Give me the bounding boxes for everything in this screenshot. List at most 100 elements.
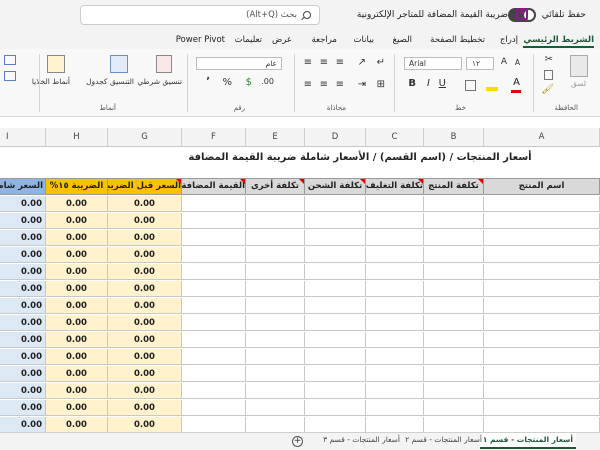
cell-styles-icon[interactable] [47,55,65,73]
cell-e[interactable] [246,400,305,416]
cell-g[interactable]: 0.00 [108,247,182,263]
cell-c[interactable] [366,264,424,280]
delete-cells-icon[interactable] [4,71,16,81]
cell-h[interactable]: 0.00 [46,230,108,246]
cell-e[interactable] [246,264,305,280]
cell-f[interactable] [182,400,246,416]
decimal-icon[interactable]: .00 [261,78,274,86]
cell-b[interactable] [424,213,484,229]
header-product-name[interactable]: اسم المنتج [484,178,600,195]
tab-formulas[interactable]: الصيغ [393,35,412,45]
cell-c[interactable] [366,230,424,246]
format-as-table-icon[interactable] [110,55,128,73]
cell-b[interactable] [424,315,484,331]
cell-b[interactable] [424,417,484,433]
column-header-b[interactable]: B [424,128,484,147]
cell-d[interactable] [305,332,366,348]
cell-i[interactable]: 0.00 [0,230,46,246]
cell-styles-label[interactable]: أنماط الخلايا [32,77,70,86]
cell-e[interactable] [246,332,305,348]
cell-e[interactable] [246,230,305,246]
accounting-format-icon[interactable]: $ [246,78,252,88]
cell-b[interactable] [424,196,484,212]
cell-f[interactable] [182,417,246,433]
cell-g[interactable]: 0.00 [108,366,182,382]
cell-d[interactable] [305,281,366,297]
cell-a[interactable] [484,383,600,399]
cell-f[interactable] [182,264,246,280]
header-tax-15[interactable]: الضريبة ١٥% [46,178,108,195]
cell-c[interactable] [366,417,424,433]
cell-a[interactable] [484,196,600,212]
cell-d[interactable] [305,315,366,331]
cell-b[interactable] [424,383,484,399]
cell-e[interactable] [246,213,305,229]
cell-h[interactable]: 0.00 [46,247,108,263]
align-bottom-icon[interactable]: ≡ [336,58,344,68]
cell-d[interactable] [305,383,366,399]
cell-d[interactable] [305,349,366,365]
cell-f[interactable] [182,230,246,246]
wrap-text-icon[interactable]: ↵ [377,58,385,68]
sheet-tab-3[interactable]: أسعار المنتجات - قسم ٣ [323,435,400,444]
cell-b[interactable] [424,366,484,382]
cell-a[interactable] [484,417,600,433]
cell-a[interactable] [484,400,600,416]
cell-c[interactable] [366,349,424,365]
percent-style-icon[interactable]: % [222,78,232,88]
cell-e[interactable] [246,366,305,382]
cell-i[interactable]: 0.00 [0,332,46,348]
save-icon[interactable] [516,8,528,20]
cell-g[interactable]: 0.00 [108,349,182,365]
cell-h[interactable]: 0.00 [46,349,108,365]
tab-home[interactable]: الشريط الرئيسي [523,35,594,48]
sheet-tab-2[interactable]: أسعار المنتجات - قسم ٢ [405,435,482,444]
cell-h[interactable]: 0.00 [46,281,108,297]
align-top-icon[interactable]: ≡ [304,58,312,68]
bold-icon[interactable]: B [408,79,416,89]
cell-c[interactable] [366,332,424,348]
add-sheet-icon[interactable]: + [292,436,303,447]
cell-d[interactable] [305,213,366,229]
font-color-icon[interactable]: A [513,78,520,88]
cell-i[interactable]: 0.00 [0,298,46,314]
cell-c[interactable] [366,383,424,399]
header-value-added[interactable]: القيمة المضافة [182,178,246,195]
cell-d[interactable] [305,196,366,212]
cell-f[interactable] [182,315,246,331]
cell-b[interactable] [424,349,484,365]
format-as-table-label[interactable]: التنسيق كجدول [86,77,134,86]
align-middle-icon[interactable]: ≡ [320,58,328,68]
cell-d[interactable] [305,298,366,314]
column-header-g[interactable]: G [108,128,182,147]
cell-g[interactable]: 0.00 [108,315,182,331]
cell-b[interactable] [424,230,484,246]
fill-color-icon[interactable] [486,87,498,91]
cell-f[interactable] [182,298,246,314]
align-left-icon[interactable]: ≡ [304,80,312,90]
cell-b[interactable] [424,264,484,280]
document-title[interactable]: ضريبة القيمة المضافة للمتاجر الإلكترونية [357,10,508,20]
column-header-e[interactable]: E [246,128,305,147]
cell-g[interactable]: 0.00 [108,383,182,399]
cell-i[interactable]: 0.00 [0,417,46,433]
paste-icon[interactable] [570,55,588,77]
column-header-i[interactable]: I [0,128,46,147]
sheet-title[interactable]: أسعار المنتجات / (اسم القسم) / الأسعار ش… [110,152,600,163]
cell-c[interactable] [366,213,424,229]
cell-h[interactable]: 0.00 [46,196,108,212]
conditional-formatting-label[interactable]: تنسيق شرطي [137,77,182,86]
font-name-select[interactable]: Arial [404,57,462,70]
tab-insert[interactable]: إدراج [500,35,518,45]
cell-f[interactable] [182,213,246,229]
cell-i[interactable]: 0.00 [0,196,46,212]
cell-g[interactable]: 0.00 [108,281,182,297]
cell-e[interactable] [246,383,305,399]
cell-a[interactable] [484,349,600,365]
header-price-before-tax[interactable]: السعر قبل الضريبة [108,178,182,195]
cell-i[interactable]: 0.00 [0,315,46,331]
align-center-icon[interactable]: ≡ [320,80,328,90]
tab-help[interactable]: تعليمات [235,35,262,45]
cell-h[interactable]: 0.00 [46,315,108,331]
cell-a[interactable] [484,315,600,331]
